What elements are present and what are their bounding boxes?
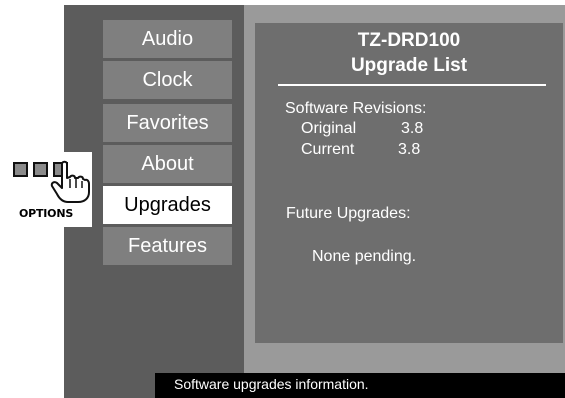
software-revisions-label: Software Revisions:	[285, 100, 427, 117]
original-value: 3.8	[401, 120, 424, 137]
menu-item-favorites[interactable]: Favorites	[103, 104, 232, 142]
heading-divider	[278, 84, 546, 86]
menu-item-about[interactable]: About	[103, 145, 232, 183]
panel-heading: Upgrade List	[350, 55, 468, 76]
menu-item-features[interactable]: Features	[103, 227, 232, 265]
options-label: OPTIONS	[18, 207, 74, 220]
menu-item-audio[interactable]: Audio	[103, 20, 232, 58]
current-label: Current	[301, 141, 355, 158]
future-upgrades-label: Future Upgrades:	[286, 205, 411, 222]
remote-button-icon	[33, 162, 48, 177]
options-button[interactable]: OPTIONS	[0, 152, 92, 227]
model-title: TZ-DRD100	[357, 30, 461, 51]
status-text: Software upgrades information.	[174, 376, 369, 392]
original-label: Original	[301, 120, 357, 137]
menu-item-upgrades[interactable]: Upgrades	[103, 186, 232, 224]
remote-button-icon	[13, 162, 28, 177]
menu-item-clock[interactable]: Clock	[103, 61, 232, 99]
hand-pointer-icon	[50, 160, 90, 203]
current-value: 3.8	[398, 141, 421, 158]
future-upgrades-status: None pending.	[312, 248, 417, 265]
